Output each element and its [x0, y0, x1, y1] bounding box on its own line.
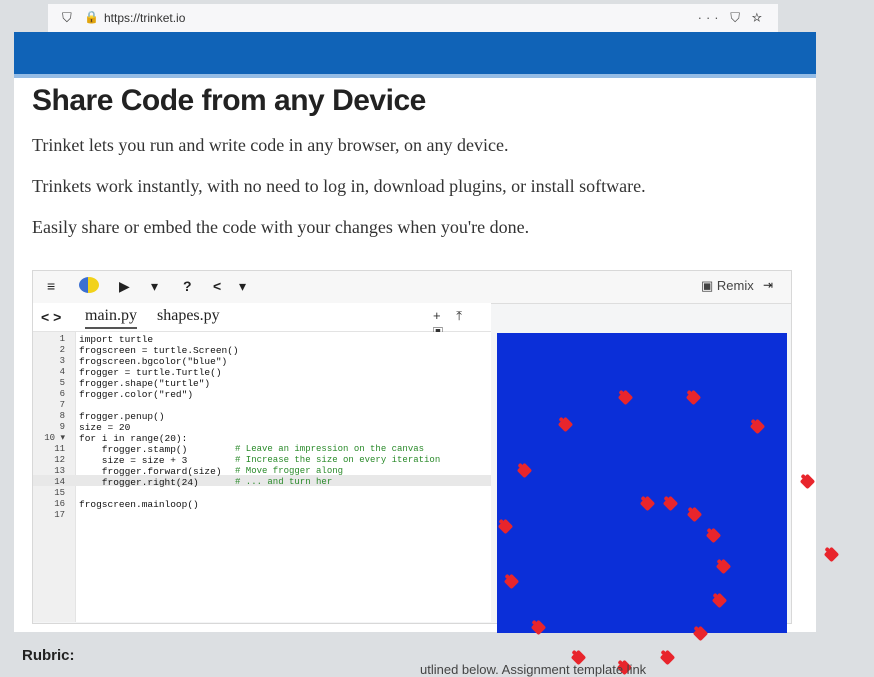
line-number: 2	[59, 345, 65, 355]
file-tabs-bar: < > main.py shapes.py + ⤒ ▣	[33, 303, 491, 339]
line-number: 7	[59, 400, 65, 410]
turtle-stamp	[693, 625, 709, 642]
line-number: 16	[54, 499, 65, 509]
share-dropdown[interactable]: ▾	[239, 278, 246, 295]
code-comment: # ... and turn her	[235, 477, 333, 487]
help-button[interactable]: ?	[183, 278, 192, 294]
browser-tools[interactable]: ··· ⛉ ☆	[698, 10, 766, 26]
code-line: frogger = turtle.Turtle()	[79, 367, 222, 378]
code-line: size = 20	[79, 422, 131, 433]
code-line: frogger.forward(size)	[79, 466, 222, 477]
menu-icon[interactable]: ≡	[47, 278, 55, 294]
line-number: 1	[59, 334, 65, 344]
code-line: frogscreen = turtle.Screen()	[79, 345, 239, 356]
paragraph-2: Trinkets work instantly, with no need to…	[32, 176, 646, 196]
line-number: 9	[59, 422, 65, 432]
turtle-stamp	[715, 558, 732, 574]
paragraph-3: Easily share or embed the code with your…	[32, 217, 530, 237]
turtle-stamp	[686, 506, 703, 522]
line-number: 5	[59, 378, 65, 388]
line-number: 8	[59, 411, 65, 421]
code-line: frogger.right(24)	[79, 477, 199, 488]
turtle-stamp	[639, 495, 656, 512]
line-number: 15	[54, 488, 65, 498]
turtle-stamp	[498, 518, 514, 535]
remix-label: Remix	[716, 278, 754, 293]
turtle-stamp	[662, 495, 679, 512]
rubric-cutoff-text: utlined below. Assignment template link	[420, 662, 647, 677]
share-icon[interactable]: <	[213, 278, 221, 294]
code-line: import turtle	[79, 334, 154, 345]
code-line: frogscreen.bgcolor("blue")	[79, 356, 228, 367]
code-comment: # Increase the size on every iteration	[235, 455, 441, 465]
turtle-stamp	[712, 593, 728, 609]
line-number: 6	[59, 389, 65, 399]
remix-button[interactable]: ▣ Remix	[701, 278, 754, 294]
trinket-embed: ≡ ▶ ▾ ? < ▾ ▣ Remix ⇥ < > main.py shapes…	[32, 270, 839, 675]
page-title: Share Code from any Device	[32, 84, 426, 117]
code-editor[interactable]: 1 import turtle 2 frogscreen = turtle.Scree…	[33, 332, 491, 622]
code-line: size = size + 3	[79, 455, 188, 466]
run-button[interactable]: ▶	[119, 278, 130, 295]
site-header-bar	[14, 32, 816, 74]
turtle-stamp	[705, 527, 722, 544]
line-number: 17	[54, 510, 65, 520]
fullscreen-icon[interactable]: ⇥	[763, 278, 773, 292]
turtle-stamp	[685, 389, 701, 406]
code-line: frogscreen.mainloop()	[79, 499, 199, 510]
address-bar[interactable]: ⛉ 🔒 https://trinket.io ··· ⛉ ☆	[48, 4, 778, 32]
line-number: 3	[59, 356, 65, 366]
turtle-stamp	[617, 389, 633, 406]
page: Share Code from any Device Trinket lets …	[14, 32, 839, 675]
turtle-canvas	[497, 333, 839, 675]
code-comment: # Leave an impression on the canvas	[235, 444, 425, 454]
turtle-stamp	[659, 650, 676, 666]
turtle-stamp	[503, 574, 520, 590]
tab-main-py[interactable]: main.py	[85, 307, 137, 329]
url-text[interactable]: https://trinket.io	[104, 11, 185, 25]
header-stripe	[14, 74, 816, 78]
line-number: 11	[54, 444, 65, 454]
code-line: frogger.color("red")	[79, 389, 194, 400]
python-logo-icon[interactable]	[79, 277, 99, 293]
line-number: 14	[54, 477, 65, 487]
run-dropdown[interactable]: ▾	[151, 278, 158, 295]
turtle-stamp	[557, 416, 574, 432]
turtle-stamp	[516, 462, 532, 478]
remix-icon: ▣	[701, 278, 717, 293]
code-line: for i in range(20):	[79, 433, 188, 444]
line-number: 10 ▾	[44, 433, 65, 443]
code-line: frogger.penup()	[79, 411, 165, 422]
paragraph-1: Trinket lets you run and write code in a…	[32, 135, 509, 155]
turtle-stamp	[799, 473, 816, 490]
code-line: frogger.shape("turtle")	[79, 378, 211, 389]
rubric-label: Rubric:	[22, 647, 75, 664]
turtle-stamp	[750, 418, 766, 435]
shield-icon[interactable]: ⛉	[62, 10, 72, 26]
trinket-toolbar: ≡ ▶ ▾ ? < ▾ ▣ Remix ⇥	[33, 271, 791, 304]
line-number: 12	[54, 455, 65, 465]
lock-icon: 🔒	[84, 10, 99, 24]
tab-shapes-py[interactable]: shapes.py	[157, 307, 220, 325]
turtle-stamp	[530, 620, 547, 636]
code-line: frogger.stamp()	[79, 444, 188, 455]
code-nav-icon[interactable]: < >	[41, 309, 61, 325]
line-number: 4	[59, 367, 65, 377]
turtle-stamp	[823, 546, 839, 563]
code-comment: # Move frogger along	[235, 466, 344, 476]
line-number: 13	[54, 466, 65, 476]
